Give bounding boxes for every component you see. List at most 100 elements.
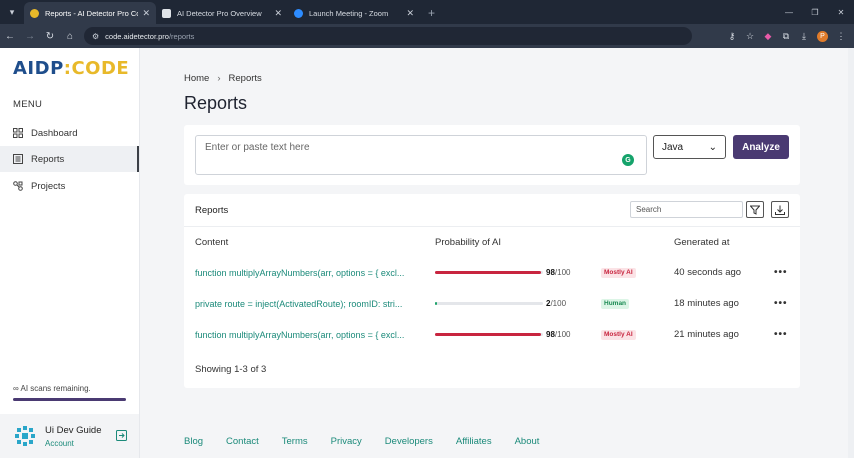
score-max: /100 [550,299,567,308]
more-options-icon[interactable]: ••• [774,266,788,280]
close-window-icon[interactable]: ✕ [828,0,854,24]
probability-score: 98/100 [546,266,586,280]
site-info-icon[interactable]: ⚙ [92,32,99,41]
projects-icon [12,181,23,192]
forward-icon[interactable]: → [20,24,40,48]
language-select[interactable]: Java ⌄ [653,135,726,159]
footer-link-terms[interactable]: Terms [282,436,308,447]
analyze-button[interactable]: Analyze [733,135,789,159]
grammarly-icon[interactable]: G [622,154,634,166]
footer-link-blog[interactable]: Blog [184,436,203,447]
reports-card: Reports Search Content Probability of AI… [184,194,800,388]
sidebar-item-reports[interactable]: Reports [0,146,139,172]
toolbar-actions: ⚷ ☆ ◆ ⧉ ⤓ P ⋮ [723,24,850,48]
reload-icon[interactable]: ↻ [40,24,60,48]
footer-links: Blog Contact Terms Privacy Developers Af… [184,436,562,447]
window-controls: — ❐ ✕ [776,0,854,24]
maximize-icon[interactable]: ❐ [802,0,828,24]
status-badge: Mostly AI [601,268,636,278]
tab-search-icon[interactable]: ▾ [0,0,24,24]
profile-avatar[interactable]: P [817,30,828,42]
table-row[interactable]: private route = inject(ActivatedRoute); … [184,297,800,328]
account-link[interactable]: Account [45,439,74,448]
page-title: Reports [184,93,248,113]
footer-link-developers[interactable]: Developers [385,436,433,447]
browser-tab-zoom[interactable]: Launch Meeting - Zoom ✕ [288,2,420,24]
reports-card-title: Reports [195,205,229,216]
breadcrumb-current: Reports [228,73,262,84]
browser-tab-reports[interactable]: Reports - AI Detector Pro Code ✕ [24,2,156,24]
favicon-icon [30,8,39,18]
analyze-card: Enter or paste text here G Java ⌄ Analyz… [184,125,800,185]
browser-tab-overview[interactable]: AI Detector Pro Overview ✕ [156,2,288,24]
extension-color-icon[interactable]: ◆ [759,24,777,48]
sidebar-item-dashboard[interactable]: Dashboard [0,120,139,146]
score-value: 98 [546,330,555,339]
page-scrollbar[interactable] [848,48,854,458]
new-tab-button[interactable]: + [420,2,443,24]
report-content-link[interactable]: private route = inject(ActivatedRoute); … [195,297,417,311]
filter-button[interactable] [746,201,764,218]
table-row[interactable]: function multiplyArrayNumbers(arr, optio… [184,266,800,297]
search-input[interactable]: Search [630,201,743,218]
footer-link-contact[interactable]: Contact [226,436,259,447]
column-header-probability: Probability of AI [435,237,502,248]
close-tab-icon[interactable]: ✕ [274,8,282,19]
table-row[interactable]: function multiplyArrayNumbers(arr, optio… [184,328,800,359]
back-icon[interactable]: ← [0,24,20,48]
status-badge: Mostly AI [601,330,636,340]
app-logo[interactable]: AIDP:CODE [13,58,129,79]
reports-icon [12,154,23,165]
divider [184,226,800,227]
pagination-summary: Showing 1-3 of 3 [195,364,267,375]
user-name: Ui Dev Guide [45,425,102,436]
minimize-icon[interactable]: — [776,0,802,24]
download-icon [775,205,785,215]
logout-icon[interactable] [116,430,127,441]
home-icon[interactable]: ⌂ [60,24,80,48]
tab-title: Reports - AI Detector Pro Code [45,8,139,18]
more-options-icon[interactable]: ••• [774,328,788,342]
probability-score: 98/100 [546,328,586,342]
extensions-puzzle-icon[interactable]: ⧉ [777,24,795,48]
footer-link-about[interactable]: About [515,436,540,447]
main-content: Home › Reports Reports Enter or paste te… [140,48,854,458]
download-icon[interactable]: ⤓ [795,24,813,48]
sidebar-item-label: Reports [31,153,65,165]
chevron-right-icon: › [217,73,221,84]
browser-toolbar: ← → ↻ ⌂ ⚙ code.aidetector.pro/reports ⚷ … [0,24,854,48]
download-button[interactable] [771,201,789,218]
menu-label: MENU [13,99,43,110]
more-options-icon[interactable]: ••• [774,297,788,311]
password-key-icon[interactable]: ⚷ [723,24,741,48]
user-panel: Ui Dev Guide Account [0,414,139,458]
url-host: code.aidetector.pro [105,31,169,41]
footer-link-privacy[interactable]: Privacy [331,436,362,447]
close-tab-icon[interactable]: ✕ [142,8,150,19]
report-content-link[interactable]: function multiplyArrayNumbers(arr, optio… [195,266,417,280]
sidebar-item-label: Projects [31,180,66,192]
probability-bar [435,333,543,336]
favicon-icon [162,8,171,18]
footer-link-affiliates[interactable]: Affiliates [456,436,492,447]
address-bar[interactable]: ⚙ code.aidetector.pro/reports [84,27,692,45]
bookmark-star-icon[interactable]: ☆ [741,24,759,48]
score-max: /100 [554,268,571,277]
probability-bar-fill [435,271,541,274]
generated-at: 18 minutes ago [674,298,739,309]
close-tab-icon[interactable]: ✕ [406,8,414,19]
score-max: /100 [554,330,571,339]
scans-progress-bar [13,398,126,401]
logo-text-code: :CODE [63,58,130,79]
browser-menu-icon[interactable]: ⋮ [832,24,850,48]
breadcrumb-home[interactable]: Home [184,73,209,84]
favicon-icon [294,8,303,18]
report-content-link[interactable]: function multiplyArrayNumbers(arr, optio… [195,328,417,342]
text-input[interactable]: Enter or paste text here G [195,135,647,175]
sidebar-item-projects[interactable]: Projects [0,173,139,199]
tab-title: AI Detector Pro Overview [177,8,262,18]
score-value: 98 [546,268,555,277]
chevron-down-icon: ⌄ [708,141,717,153]
avatar[interactable] [14,425,36,447]
sidebar: AIDP:CODE MENU Dashboard Reports Project… [0,48,140,458]
